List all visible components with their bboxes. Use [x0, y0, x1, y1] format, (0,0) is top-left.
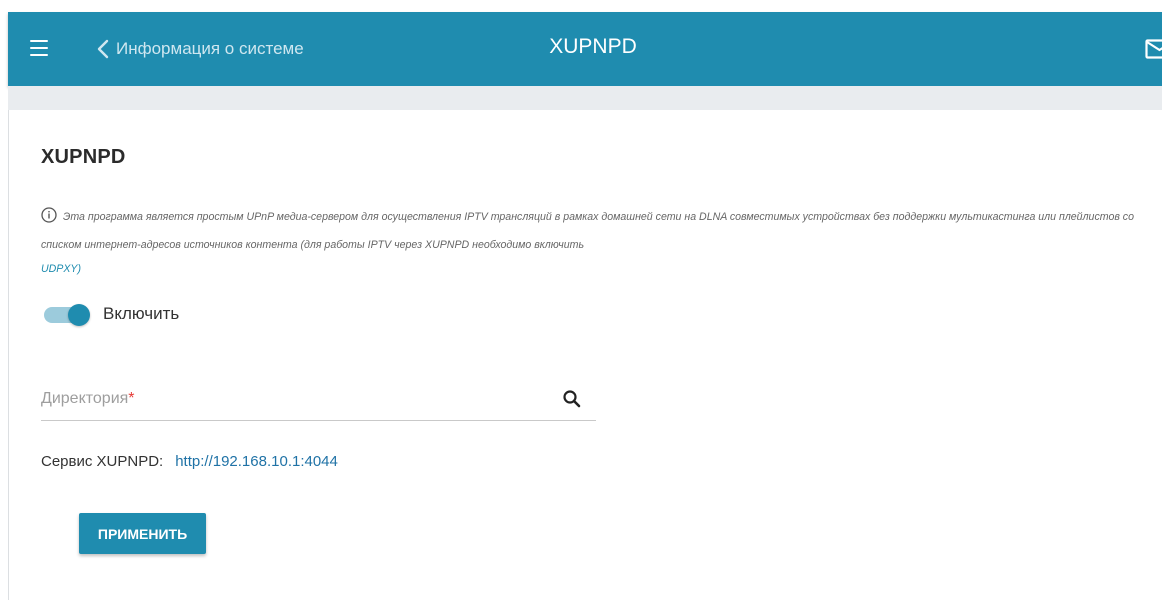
- page-title: XUPNPD: [41, 146, 126, 168]
- enable-label: Включить: [103, 304, 180, 323]
- back-label: Информация о системе: [116, 39, 304, 58]
- info-text: Эта программа является простым UPnP меди…: [41, 211, 1134, 251]
- info-icon: [41, 207, 57, 233]
- service-label: Сервис XUPNPD:: [41, 453, 164, 470]
- required-mark: *: [128, 390, 135, 407]
- top-header: Информация о системе XUPNPD: [8, 12, 1162, 86]
- header-title: XUPNPD: [549, 35, 637, 58]
- mail-icon[interactable]: [1145, 39, 1162, 59]
- directory-placeholder: Директория*: [41, 390, 135, 407]
- service-row: Сервис XUPNPD: http://192.168.10.1:4044: [41, 453, 338, 470]
- info-description: Эта программа является простым UPnP меди…: [41, 205, 1141, 282]
- back-button[interactable]: Информация о системе: [90, 36, 304, 62]
- directory-field[interactable]: Директория*: [41, 382, 596, 421]
- chevron-left-icon: [90, 36, 116, 62]
- apply-button[interactable]: ПРИМЕНИТЬ: [79, 513, 206, 554]
- toggle-knob: [68, 304, 90, 326]
- enable-toggle[interactable]: [44, 304, 100, 326]
- service-url-link[interactable]: http://192.168.10.1:4044: [175, 453, 338, 470]
- header-separator: [8, 86, 1162, 110]
- menu-icon[interactable]: [30, 40, 48, 56]
- search-icon[interactable]: [562, 389, 582, 409]
- udpxy-link[interactable]: UDPXY): [41, 263, 81, 275]
